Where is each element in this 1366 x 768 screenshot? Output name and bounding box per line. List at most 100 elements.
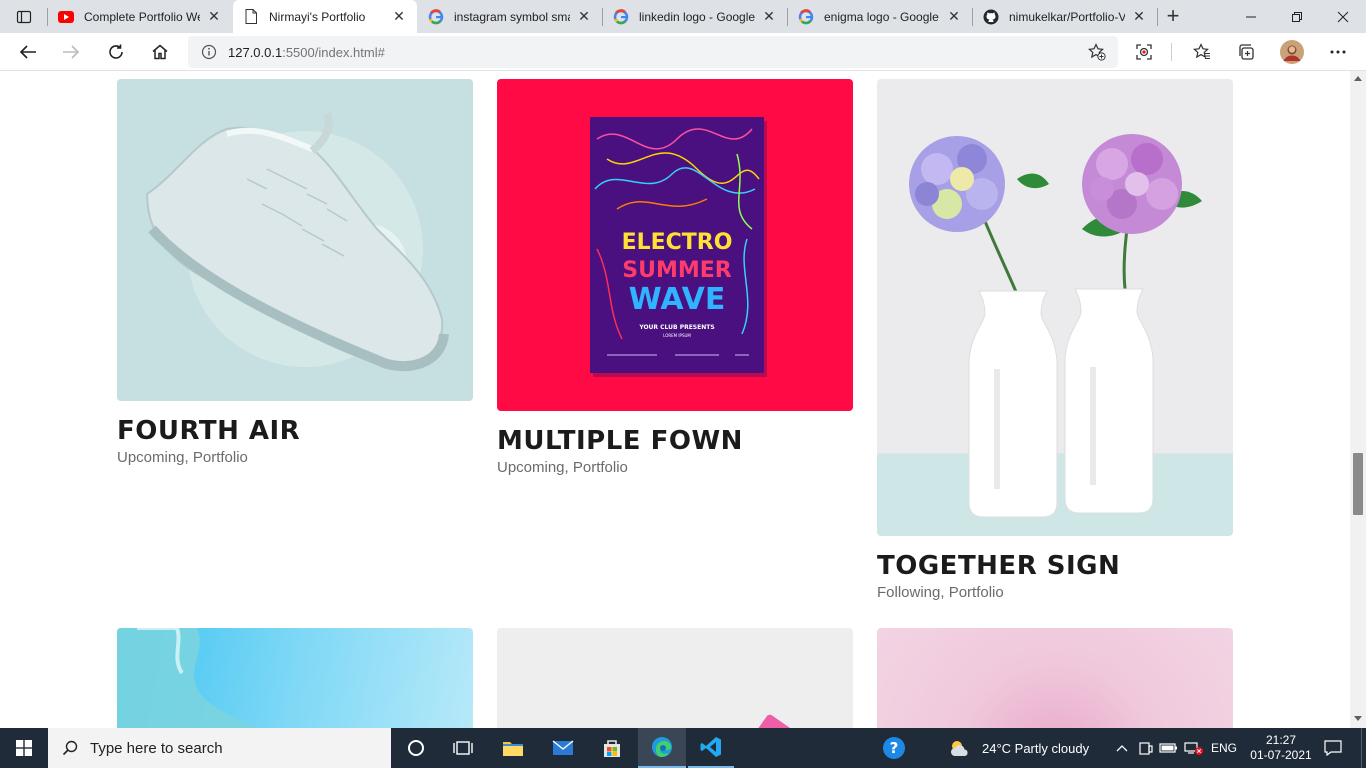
new-tab-button[interactable]: + [1160, 3, 1186, 29]
scroll-thumb[interactable] [1353, 453, 1363, 515]
portfolio-image-pink[interactable] [877, 628, 1233, 728]
card-title[interactable]: FOURTH AIR [117, 416, 300, 446]
page-icon [243, 9, 259, 25]
clock-time: 21:27 [1265, 733, 1297, 747]
tab-title: nimukelkar/Portfolio-V [1009, 9, 1125, 24]
scroll-down-icon[interactable] [1354, 716, 1362, 721]
clock-date: 01-07-2021 [1250, 748, 1312, 762]
close-window-button[interactable] [1320, 0, 1366, 33]
google-icon [798, 8, 814, 25]
network-disconnected-icon [1184, 742, 1203, 755]
address-bar[interactable]: 127.0.0.1:5500/index.html# [188, 36, 1118, 68]
google-icon [613, 8, 629, 25]
browser-toolbar: 127.0.0.1:5500/index.html# [0, 33, 1366, 71]
tab-title: Complete Portfolio We [84, 9, 200, 24]
close-tab-icon[interactable]: ✕ [206, 8, 222, 25]
tab-github[interactable]: nimukelkar/Portfolio-V ✕ [973, 0, 1157, 33]
home-button[interactable] [144, 36, 176, 68]
help-button[interactable]: ? [872, 728, 916, 768]
tab-title: linkedin logo - Google [639, 9, 755, 24]
start-button[interactable] [0, 728, 48, 768]
restore-button[interactable] [1274, 0, 1320, 33]
close-tab-icon[interactable]: ✕ [761, 8, 777, 25]
weather-text: 24°C Partly cloudy [982, 740, 1090, 756]
more-icon [1330, 50, 1346, 54]
page-scrollbar[interactable] [1350, 71, 1366, 728]
edge-button[interactable] [638, 728, 686, 768]
web-page: FOURTH AIR Upcoming, Portfolio ELECTRO S… [0, 71, 1350, 728]
tab-youtube[interactable]: Complete Portfolio We ✕ [48, 0, 232, 33]
folder-icon [503, 742, 523, 756]
weather-widget[interactable]: 24°C Partly cloudy [948, 728, 1108, 768]
help-icon: ? [883, 737, 905, 759]
close-tab-icon[interactable]: ✕ [391, 8, 407, 25]
lipstick-image [756, 714, 817, 728]
card-subtitle: Upcoming, Portfolio [497, 459, 628, 476]
back-button[interactable] [12, 36, 44, 68]
poster-image: ELECTRO SUMMER WAVE YOUR CLUB PRESENTS L… [590, 117, 767, 377]
screen-capture-button[interactable] [1128, 36, 1160, 68]
flower-vases-image [909, 134, 1202, 518]
info-icon[interactable] [194, 44, 224, 60]
battery-status[interactable] [1158, 728, 1180, 768]
notification-icon [1324, 740, 1342, 756]
mail-button[interactable] [540, 728, 586, 768]
device-icon [1139, 742, 1153, 755]
vscode-button[interactable] [688, 728, 734, 768]
close-tab-icon[interactable]: ✕ [576, 8, 592, 25]
tab-linkedin-search[interactable]: linkedin logo - Google ✕ [603, 0, 787, 33]
portfolio-image-blue[interactable] [117, 628, 473, 728]
tab-actions-button[interactable] [6, 4, 42, 30]
camera-record-icon [1136, 44, 1152, 60]
clock[interactable]: 21:27 01-07-2021 [1246, 728, 1316, 768]
svg-text:?: ? [890, 739, 899, 757]
card-subtitle: Following, Portfolio [877, 584, 1004, 601]
close-tab-icon[interactable]: ✕ [1131, 8, 1147, 25]
card-title[interactable]: MULTIPLE FOWN [497, 426, 743, 456]
favorites-button[interactable] [1186, 36, 1218, 68]
close-tab-icon[interactable]: ✕ [946, 8, 962, 25]
tab-enigma-search[interactable]: enigma logo - Google ✕ [788, 0, 972, 33]
language-text: ENG [1210, 741, 1237, 755]
network-status[interactable] [1182, 728, 1206, 768]
github-icon [983, 9, 999, 25]
portfolio-image-poster[interactable]: ELECTRO SUMMER WAVE YOUR CLUB PRESENTS L… [497, 79, 853, 411]
add-favorite-icon[interactable] [1088, 43, 1106, 66]
scroll-up-icon[interactable] [1354, 76, 1362, 81]
system-tray-device[interactable] [1136, 728, 1156, 768]
forward-button[interactable] [55, 36, 87, 68]
notifications-button[interactable] [1318, 728, 1348, 768]
taskbar-search[interactable]: Type here to search [48, 728, 391, 768]
youtube-icon [58, 9, 74, 25]
task-view-icon [453, 741, 473, 755]
tab-actions-icon [16, 10, 32, 24]
url-path: :5500/index.html# [282, 44, 385, 60]
tab-title: enigma logo - Google [824, 9, 939, 24]
poster-line2: SUMMER [622, 258, 732, 283]
file-explorer-button[interactable] [490, 728, 536, 768]
url-text: 127.0.0.1:5500/index.html# [228, 45, 385, 60]
card-title[interactable]: TOGETHER SIGN [877, 551, 1120, 581]
tab-portfolio-active[interactable]: Nirmayi's Portfolio ✕ [233, 0, 417, 33]
windows-icon [16, 740, 32, 756]
refresh-button[interactable] [100, 36, 132, 68]
show-desktop-button[interactable] [1361, 728, 1366, 768]
portfolio-image-vases[interactable] [877, 79, 1233, 536]
show-hidden-icons-button[interactable] [1112, 728, 1132, 768]
store-button[interactable] [589, 728, 635, 768]
settings-menu-button[interactable] [1322, 36, 1354, 68]
language-indicator[interactable]: ENG [1208, 728, 1240, 768]
store-icon [604, 740, 620, 757]
portfolio-image-shoe[interactable] [117, 79, 473, 401]
tab-instagram-search[interactable]: instagram symbol sma ✕ [418, 0, 602, 33]
collections-icon [1239, 44, 1254, 60]
portfolio-image-lipstick[interactable] [497, 628, 853, 728]
task-view-button[interactable] [440, 728, 486, 768]
profile-button[interactable] [1276, 36, 1308, 68]
refresh-icon [109, 44, 123, 59]
minimize-button[interactable] [1228, 0, 1274, 33]
plus-icon: + [1166, 3, 1180, 28]
cortana-button[interactable] [393, 728, 439, 768]
google-icon [428, 8, 444, 25]
collections-button[interactable] [1230, 36, 1262, 68]
